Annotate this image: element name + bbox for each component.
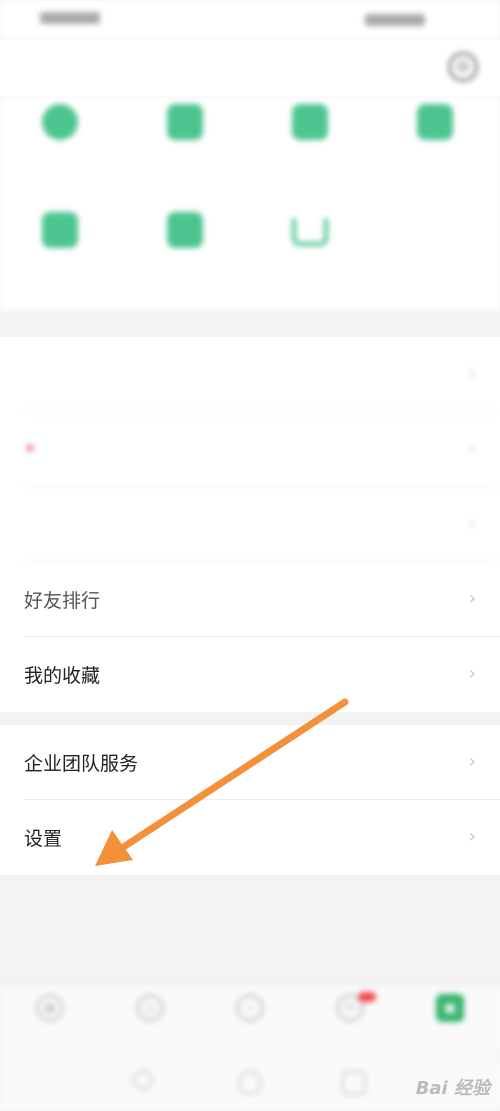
tab-4[interactable]: ✉ xyxy=(300,992,400,1028)
gear-icon[interactable]: ⚙ xyxy=(448,52,478,82)
status-bar-left xyxy=(40,10,100,25)
watermark-logo: Bai 经验 xyxy=(415,1078,490,1099)
chevron-right-icon: › xyxy=(468,751,476,772)
message-icon xyxy=(417,104,453,140)
tab-1[interactable]: ● xyxy=(0,994,100,1028)
menu-section-1: › › › 好友排行 › 我的收藏 › xyxy=(0,337,500,712)
menu-row-3[interactable]: › xyxy=(0,487,500,562)
chevron-right-icon: › xyxy=(468,438,476,459)
menu-section-2: 企业团队服务 › 设置 › xyxy=(0,725,500,875)
chevron-right-icon: › xyxy=(468,363,476,384)
order-icon xyxy=(167,212,203,248)
coupon-icon xyxy=(42,212,78,248)
status-bar-right xyxy=(365,12,425,26)
menu-row-label xyxy=(24,436,33,458)
grid-item-6[interactable] xyxy=(135,212,235,260)
menu-row-enterprise-team-service[interactable]: 企业团队服务 › xyxy=(0,725,500,800)
grid-item-5[interactable] xyxy=(10,212,110,260)
diamond-icon xyxy=(42,104,78,140)
record-icon: ● xyxy=(36,994,64,1022)
chevron-right-icon: › xyxy=(468,588,476,609)
grid-item-3[interactable] xyxy=(260,104,360,152)
menu-row-label: 企业团队服务 xyxy=(24,753,139,775)
notification-badge xyxy=(358,992,376,1002)
grid-item-4[interactable] xyxy=(385,104,485,152)
grid-item-2[interactable] xyxy=(135,104,235,152)
menu-row-label: 我的收藏 xyxy=(24,665,101,687)
grid-item-7[interactable] xyxy=(260,212,360,258)
profile-icon: ▣ xyxy=(436,994,464,1022)
top-navbar: ⚙ xyxy=(0,40,500,96)
menu-row-1[interactable]: › xyxy=(0,337,500,412)
bottom-tab-bar: ● ◎ ⌕ ✉ ▣ xyxy=(0,985,500,1056)
menu-row-2[interactable]: › xyxy=(0,412,500,487)
menu-row-label: 设置 xyxy=(24,828,63,850)
tab-2[interactable]: ◎ xyxy=(100,994,200,1028)
chevron-right-icon: › xyxy=(468,663,476,684)
back-icon[interactable] xyxy=(130,1067,156,1093)
status-bar xyxy=(0,0,500,40)
calendar-icon xyxy=(292,104,328,140)
menu-row-friend-ranking[interactable]: 好友排行 › xyxy=(0,562,500,637)
chevron-right-icon: › xyxy=(468,826,476,847)
shirt-icon xyxy=(167,104,203,140)
red-dot-badge xyxy=(27,444,33,451)
quick-access-grid xyxy=(0,96,500,310)
chevron-right-icon: › xyxy=(468,513,476,534)
compass-icon: ◎ xyxy=(136,994,164,1022)
tab-3[interactable]: ⌕ xyxy=(200,994,300,1028)
search-icon: ⌕ xyxy=(236,994,264,1022)
recents-icon[interactable] xyxy=(342,1071,366,1095)
menu-row-label: 好友排行 xyxy=(24,590,101,612)
home-icon[interactable] xyxy=(238,1071,262,1095)
grid-item-1[interactable] xyxy=(10,104,110,152)
menu-row-settings[interactable]: 设置 › xyxy=(0,800,500,875)
tab-5-active[interactable]: ▣ xyxy=(400,994,500,1028)
cart-icon xyxy=(292,218,328,246)
menu-row-my-favorites[interactable]: 我的收藏 › xyxy=(0,637,500,712)
